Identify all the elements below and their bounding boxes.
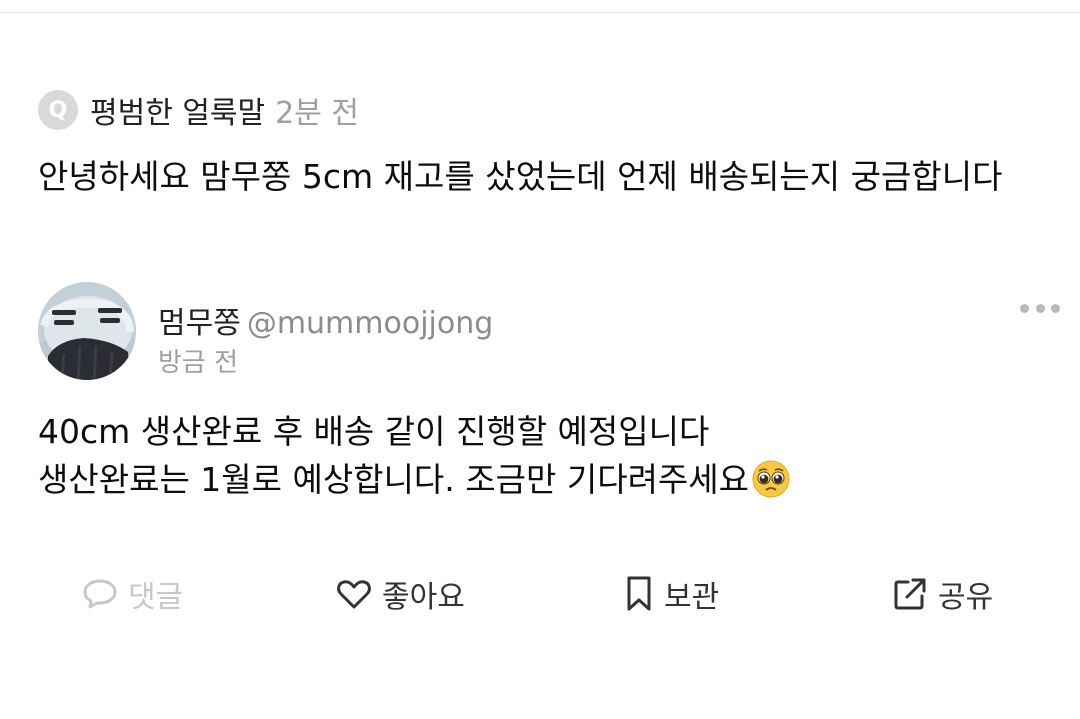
question-meta: Q 평범한 얼룩말 2분 전 [38,88,1048,132]
action-bar: 댓글 좋아요 보관 공유 [0,570,1080,620]
avatar[interactable] [38,282,136,380]
answer-author-line[interactable]: 멈무쫑 @mummoojjong [158,298,493,342]
more-icon-dot [1051,303,1060,313]
save-label: 보관 [664,580,720,615]
question-author[interactable]: 평범한 얼룩말 [90,88,265,132]
comment-button[interactable]: 댓글 [82,570,183,618]
answer-time: 방금 전 [158,348,239,378]
share-button[interactable]: 공유 [892,570,993,618]
answer-line-1: 40cm 생산완료 후 배송 같이 진행할 예정입니다 [38,412,710,451]
answer-line-2: 생산완료는 1월로 예상합니다. 조금만 기다려주세요 [38,456,1038,504]
question-time: 2분 전 [275,96,359,131]
share-icon [894,578,926,610]
more-options-button[interactable] [1020,296,1060,320]
comment-label: 댓글 [128,580,184,615]
pleading-face-emoji [751,459,791,499]
answer-header: 멈무쫑 @mummoojjong 방금 전 [38,280,1060,380]
save-button[interactable]: 보관 [624,570,719,618]
answer-author: 멈무쫑 [158,306,241,341]
top-divider [0,12,1080,13]
like-button[interactable]: 좋아요 [336,570,465,618]
more-icon-dot [1035,303,1045,313]
question-text: 안녕하세요 맘무쫑 5cm 재고를 샀었는데 언제 배송되는지 궁금합니다 [38,157,1003,196]
question-section: Q 평범한 얼룩말 2분 전 안녕하세요 맘무쫑 5cm 재고를 샀었는데 언제… [38,88,1048,202]
answer-text: 40cm 생산완료 후 배송 같이 진행할 예정입니다 생산완료는 1월로 예상… [38,408,1038,504]
heart-icon [337,580,371,609]
share-label: 공유 [938,580,994,615]
bookmark-icon [627,576,651,611]
more-icon [1020,303,1029,313]
like-label: 좋아요 [382,580,465,615]
comment-icon [83,579,117,609]
answer-line-2-text: 생산완료는 1월로 예상합니다. 조금만 기다려주세요 [38,460,750,499]
question-badge: Q [38,90,78,130]
answer-handle: @mummoojjong [246,306,494,341]
